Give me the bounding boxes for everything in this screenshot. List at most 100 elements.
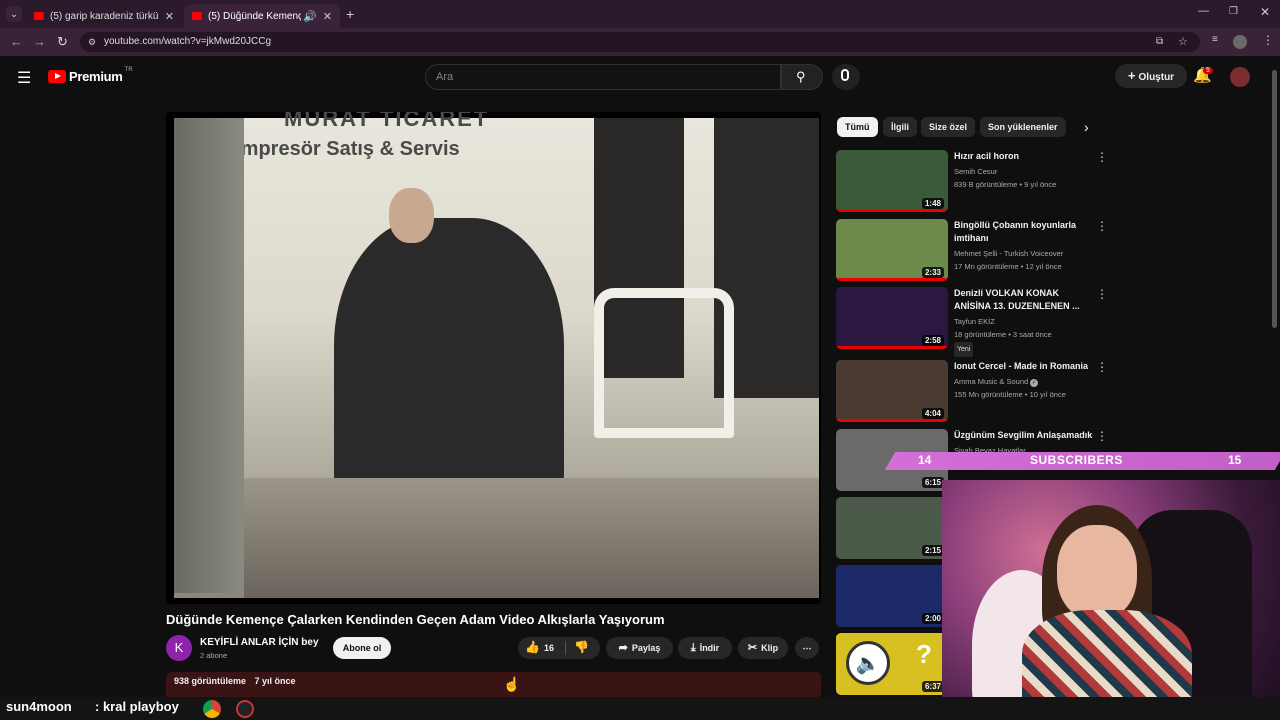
speaker-icon: 🔈 bbox=[846, 641, 890, 685]
recommendation-item[interactable]: 2:33 Bingöllü Çobanın koyunlarla imtihan… bbox=[836, 219, 1111, 281]
recommendation-item[interactable]: 1:48 Hızır acil horon Semih Cesur 839 B … bbox=[836, 150, 1111, 212]
close-tab-icon[interactable]: ✕ bbox=[323, 10, 332, 23]
recommendation-item[interactable]: 4:04 Ionut Cercel - Made in Romania Amma… bbox=[836, 360, 1111, 422]
video-thumbnail[interactable]: 2:00 bbox=[836, 565, 948, 627]
recommendation-title[interactable]: Denizli VOLKAN KONAK ANİSİNA 13. DUZENLE… bbox=[954, 287, 1094, 313]
channel-avatar[interactable]: K bbox=[166, 635, 192, 661]
recommendation-title[interactable]: Hızır acil horon bbox=[954, 150, 1094, 163]
dislike-icon[interactable]: 👎 bbox=[574, 640, 589, 654]
download-button[interactable]: ⤓ İndir bbox=[678, 637, 732, 659]
profile-avatar[interactable] bbox=[1233, 35, 1247, 49]
video-thumbnail[interactable]: 1:48 bbox=[836, 150, 948, 212]
video-player[interactable]: MURAT TİCARET Kompresör Satış & Servis bbox=[166, 112, 821, 604]
video-frame: MURAT TİCARET Kompresör Satış & Servis bbox=[174, 112, 819, 598]
recommendation-title[interactable]: Bingöllü Çobanın koyunlarla imtihanı bbox=[954, 219, 1094, 245]
hamburger-menu-icon[interactable]: ☰ bbox=[17, 68, 31, 88]
youtube-favicon-icon bbox=[192, 12, 202, 20]
share-button[interactable]: ➦ Paylaş bbox=[606, 637, 673, 659]
voice-search-button[interactable] bbox=[832, 64, 860, 90]
clip-button[interactable]: ✂ Klip bbox=[738, 637, 788, 659]
clip-label: Klip bbox=[761, 643, 779, 653]
new-badge: Yeni bbox=[954, 342, 974, 357]
youtube-logo[interactable]: Premium TR bbox=[48, 66, 133, 84]
more-vertical-icon[interactable]: ⋮ bbox=[1096, 150, 1108, 164]
more-vertical-icon[interactable]: ⋮ bbox=[1096, 287, 1108, 301]
install-icon[interactable]: ⧉ bbox=[1156, 32, 1163, 52]
more-vertical-icon[interactable]: ⋮ bbox=[1096, 219, 1108, 233]
duration-badge: 2:00 bbox=[921, 613, 944, 624]
duration-badge: 2:15 bbox=[921, 545, 944, 556]
youtube-favicon-icon bbox=[34, 12, 44, 20]
restore-icon[interactable]: ❐ bbox=[1229, 6, 1238, 17]
chip-related[interactable]: İlgili bbox=[883, 117, 917, 137]
recommendation-item[interactable]: 2:58 Denizli VOLKAN KONAK ANİSİNA 13. DU… bbox=[836, 287, 1111, 357]
recommendation-stats: 839 B görüntüleme • 9 yıl önce bbox=[954, 180, 1057, 189]
like-icon[interactable]: 👍 bbox=[525, 640, 540, 654]
search-icon: ⚲ bbox=[796, 69, 806, 84]
browser-tab-2[interactable]: (5) Düğünde Kemençe Çala 🔊 ✕ bbox=[184, 4, 340, 28]
duration-badge: 2:58 bbox=[921, 335, 944, 346]
chip-recent[interactable]: Son yüklenenler bbox=[980, 117, 1066, 137]
youtube-header: ☰ Premium TR Ara ⚲ + Oluştur 🔔 5 bbox=[0, 56, 1280, 100]
page-scrollbar[interactable] bbox=[1272, 70, 1277, 328]
channel-name[interactable]: KEYİFLİ ANLAR İÇİN bey bbox=[200, 637, 319, 648]
account-avatar[interactable] bbox=[1230, 67, 1250, 87]
share-icon: ➦ bbox=[618, 642, 628, 654]
taskbar: sun4moon : kral playboy bbox=[0, 697, 1280, 720]
back-icon[interactable]: ← bbox=[10, 34, 23, 49]
recommendation-channel[interactable]: Semih Cesur bbox=[954, 165, 997, 178]
site-info-icon[interactable]: ⚙ bbox=[88, 32, 96, 52]
more-actions-button[interactable]: ⋯ bbox=[795, 637, 819, 659]
close-window-icon[interactable]: ✕ bbox=[1260, 5, 1270, 19]
search-input[interactable]: Ara bbox=[425, 64, 781, 90]
subscribe-button[interactable]: Abone ol bbox=[333, 637, 391, 659]
download-icon: ⤓ bbox=[690, 642, 696, 654]
app-taskbar-icon[interactable] bbox=[236, 700, 254, 718]
forward-icon[interactable]: → bbox=[33, 34, 46, 49]
minimize-icon[interactable]: — bbox=[1198, 5, 1209, 17]
download-label: İndir bbox=[699, 643, 720, 653]
close-tab-icon[interactable]: ✕ bbox=[165, 10, 174, 23]
browser-tab-title: (5) Düğünde Kemençe Çala bbox=[208, 10, 302, 22]
video-thumbnail[interactable]: 4:04 bbox=[836, 360, 948, 422]
video-thumbnail[interactable]: 🔈 ? 6:37 bbox=[836, 633, 948, 695]
chip-all[interactable]: Tümü bbox=[837, 117, 878, 137]
browser-tab-1[interactable]: (5) garip karadeniz türküsü - Yo ✕ bbox=[26, 4, 182, 28]
create-button[interactable]: + Oluştur bbox=[1115, 64, 1187, 88]
tab-search-icon[interactable]: ≡ bbox=[1212, 34, 1218, 45]
more-vertical-icon[interactable]: ⋮ bbox=[1096, 360, 1108, 374]
video-thumbnail[interactable]: 2:58 bbox=[836, 287, 948, 349]
question-mark-icon: ? bbox=[916, 639, 932, 669]
recommendation-channel[interactable]: Amma Music & Sound ✓ bbox=[954, 375, 1039, 388]
browser-menu-icon[interactable]: ⋮ bbox=[1262, 33, 1274, 47]
channel-initial: K bbox=[174, 640, 184, 655]
recommendation-title[interactable]: Üzgünüm Sevgilim Anlaşamadık bbox=[954, 429, 1094, 442]
streamer-face bbox=[1057, 525, 1137, 620]
chrome-taskbar-icon[interactable] bbox=[203, 700, 221, 718]
chip-for-you[interactable]: Size özel bbox=[921, 117, 976, 137]
new-tab-icon[interactable]: + bbox=[346, 6, 354, 22]
region-code: TR bbox=[124, 66, 133, 73]
like-count: 16 bbox=[544, 643, 555, 653]
recommendation-channel[interactable]: Mehmet Şelli - Turkish Voiceover bbox=[954, 247, 1063, 260]
duration-badge: 2:33 bbox=[921, 267, 944, 278]
tab-list-icon[interactable]: ⌄ bbox=[6, 6, 22, 22]
share-label: Paylaş bbox=[631, 643, 661, 653]
more-vertical-icon[interactable]: ⋮ bbox=[1096, 429, 1108, 443]
url-input[interactable]: ⚙ youtube.com/watch?v=jkMwd20JCCg ⧉ ☆ bbox=[80, 32, 1200, 52]
speaker-icon[interactable]: 🔊 bbox=[303, 10, 317, 23]
reload-icon[interactable]: ↻ bbox=[57, 34, 68, 50]
description-box[interactable]: 938 görüntüleme 7 yıl önce bbox=[166, 672, 821, 700]
watch-progress bbox=[836, 346, 948, 349]
recommendation-channel[interactable]: Tayfun EKİZ bbox=[954, 315, 995, 328]
chevron-right-icon[interactable]: › bbox=[1084, 119, 1089, 135]
video-thumbnail[interactable]: 2:15 bbox=[836, 497, 948, 559]
watch-progress bbox=[836, 209, 948, 212]
bookmark-star-icon[interactable]: ☆ bbox=[1178, 32, 1188, 52]
search-button[interactable]: ⚲ bbox=[781, 64, 823, 90]
subscriber-goal-text: 14 SUBSCRIBERS 15 bbox=[890, 452, 1250, 470]
recommendation-title[interactable]: Ionut Cercel - Made in Romania bbox=[954, 360, 1094, 373]
subscriber-goal-start: 14 bbox=[918, 453, 932, 467]
video-thumbnail[interactable]: 2:33 bbox=[836, 219, 948, 281]
browser-tab-title: (5) garip karadeniz türküsü - Yo bbox=[50, 10, 159, 22]
